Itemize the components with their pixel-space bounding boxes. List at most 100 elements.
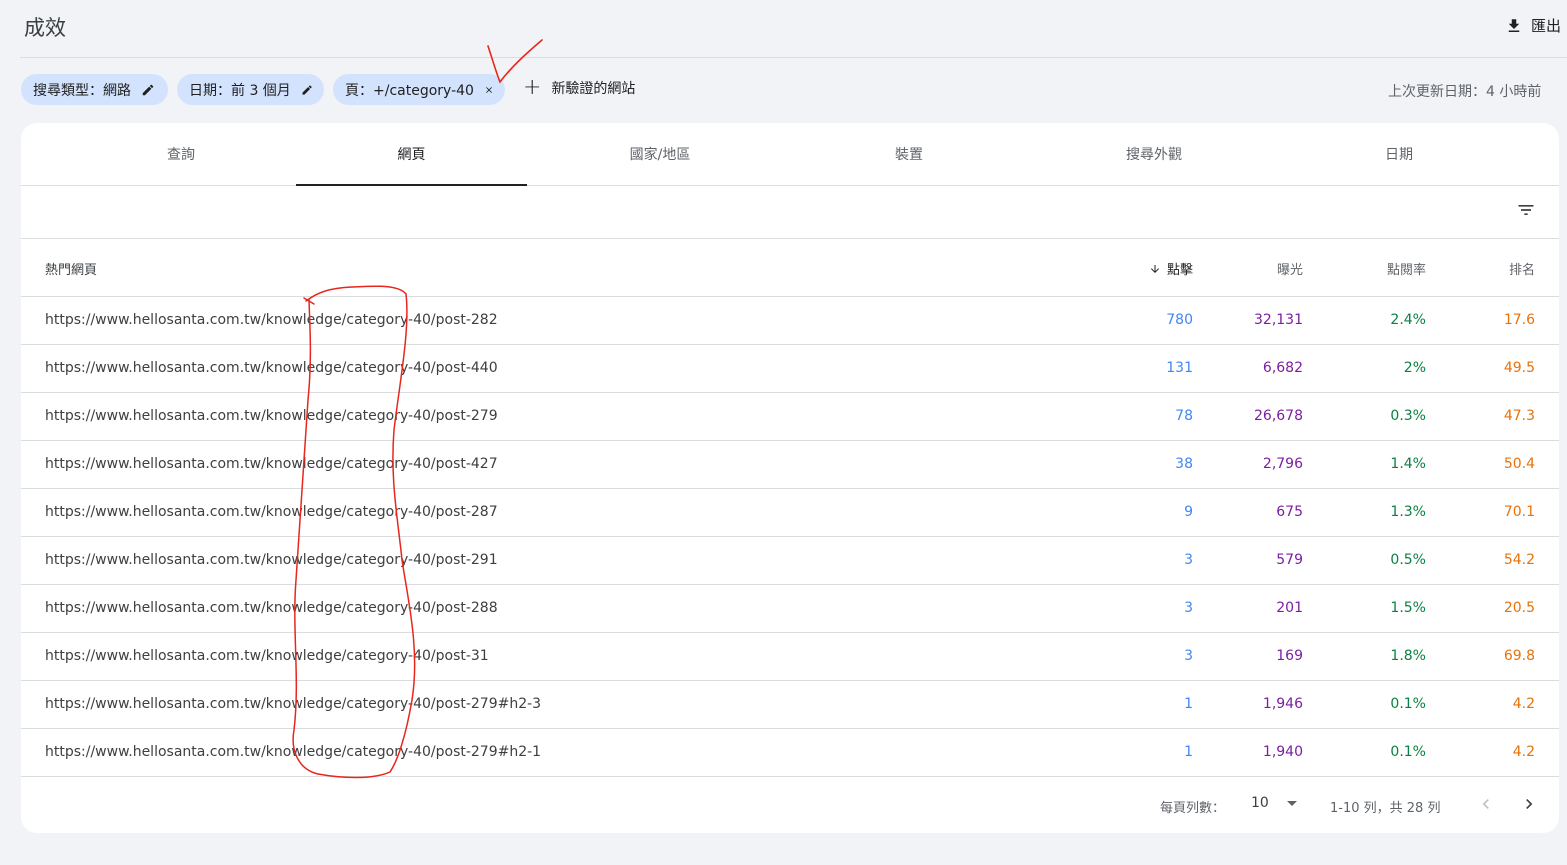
table-row[interactable]: https://www.hellosanta.com.tw/knowledge/… [21,681,1559,729]
ctr-cell: 1.5% [1390,600,1426,616]
clicks-cell: 3 [1184,648,1193,664]
performance-card: 查詢 網頁 國家/地區 裝置 搜尋外觀 日期 熱門網頁 點擊 曝光 點閱率 排名… [21,123,1559,833]
table-row[interactable]: https://www.hellosanta.com.tw/knowledge/… [21,585,1559,633]
page-url-cell: https://www.hellosanta.com.tw/knowledge/… [45,552,498,568]
tab-countries[interactable]: 國家/地區 [600,123,720,185]
tab-queries[interactable]: 查詢 [133,123,229,185]
last-updated: 上次更新日期：4 小時前 [1388,84,1542,100]
impressions-cell: 201 [1276,600,1303,616]
ctr-cell: 0.1% [1390,696,1426,712]
page-title: 成效 [24,16,66,40]
ctr-cell: 1.3% [1390,504,1426,520]
clicks-cell: 131 [1166,360,1193,376]
page-url-cell: https://www.hellosanta.com.tw/knowledge/… [45,600,498,616]
impressions-cell: 169 [1276,648,1303,664]
ctr-cell: 0.1% [1390,744,1426,760]
impressions-cell: 2,796 [1262,456,1303,472]
page-url-cell: https://www.hellosanta.com.tw/knowledge/… [45,456,498,472]
chevron-right-icon[interactable] [1519,794,1539,814]
rows-per-page-select[interactable]: 10 [1251,795,1297,811]
clicks-cell: 38 [1175,456,1193,472]
table-row[interactable]: https://www.hellosanta.com.tw/knowledge/… [21,489,1559,537]
header-top-pages: 熱門網頁 [45,263,98,278]
impressions-cell: 6,682 [1262,360,1303,376]
page-url-cell: https://www.hellosanta.com.tw/knowledge/… [45,744,542,760]
clicks-cell: 78 [1175,408,1193,424]
position-cell: 49.5 [1503,360,1535,376]
chip-label: 搜尋類型：網路 [33,82,131,99]
close-icon[interactable] [484,83,494,97]
header-clicks[interactable]: 點擊 [1149,259,1193,278]
table-row[interactable]: https://www.hellosanta.com.tw/knowledge/… [21,633,1559,681]
rows-per-page-value: 10 [1251,795,1269,811]
position-cell: 47.3 [1503,408,1535,424]
tab-search-appearance[interactable]: 搜尋外觀 [1104,123,1204,185]
export-button[interactable]: 匯出 [1505,15,1561,36]
tab-label: 日期 [1385,147,1413,163]
table-row[interactable]: https://www.hellosanta.com.tw/knowledge/… [21,729,1559,777]
ctr-cell: 1.8% [1390,648,1426,664]
clicks-cell: 1 [1184,696,1193,712]
rows-per-page-label: 每頁列數： [1160,801,1226,816]
clicks-cell: 1 [1184,744,1193,760]
filter-chip-page[interactable]: 頁：+/category-40 [333,74,505,105]
table-header: 熱門網頁 點擊 曝光 點閱率 排名 [21,239,1559,297]
add-filter-label: 新驗證的網站 [551,81,636,97]
chip-label: 頁：+/category-40 [345,82,474,99]
page-url-cell: https://www.hellosanta.com.tw/knowledge/… [45,504,498,520]
page-url-cell: https://www.hellosanta.com.tw/knowledge/… [45,408,498,424]
impressions-cell: 579 [1276,552,1303,568]
tab-label: 搜尋外觀 [1126,147,1182,163]
export-label: 匯出 [1531,17,1562,35]
position-cell: 4.2 [1512,744,1535,760]
ctr-cell: 2.4% [1390,312,1426,328]
table-row[interactable]: https://www.hellosanta.com.tw/knowledge/… [21,297,1559,345]
header-ctr[interactable]: 點閱率 [1387,259,1426,278]
position-cell: 17.6 [1503,312,1535,328]
table-toolbar [21,186,1559,239]
pagination-range: 1-10 列，共 28 列 [1330,801,1441,816]
clicks-cell: 3 [1184,552,1193,568]
header-divider [20,57,1567,58]
table-row[interactable]: https://www.hellosanta.com.tw/knowledge/… [21,441,1559,489]
dimension-tabs: 查詢 網頁 國家/地區 裝置 搜尋外觀 日期 [21,123,1559,186]
clicks-cell: 3 [1184,600,1193,616]
impressions-cell: 32,131 [1254,312,1303,328]
chip-label: 日期：前 3 個月 [189,82,291,99]
impressions-cell: 1,940 [1262,744,1303,760]
caret-down-icon [1286,800,1297,806]
pencil-icon[interactable] [301,83,313,97]
plus-icon: + [523,75,542,100]
header-impressions[interactable]: 曝光 [1277,259,1303,278]
filter-chip-date[interactable]: 日期：前 3 個月 [177,74,324,105]
tab-label: 國家/地區 [629,147,691,163]
page-url-cell: https://www.hellosanta.com.tw/knowledge/… [45,696,542,712]
position-cell: 54.2 [1503,552,1535,568]
arrow-down-icon [1150,264,1159,273]
filter-chip-search-type[interactable]: 搜尋類型：網路 [21,74,168,105]
add-filter-button[interactable]: + 新驗證的網站 [523,75,636,100]
pagination: 每頁列數： 10 1-10 列，共 28 列 [21,778,1559,833]
position-cell: 69.8 [1503,648,1535,664]
table-row[interactable]: https://www.hellosanta.com.tw/knowledge/… [21,393,1559,441]
table-row[interactable]: https://www.hellosanta.com.tw/knowledge/… [21,345,1559,393]
page-url-cell: https://www.hellosanta.com.tw/knowledge/… [45,648,489,664]
ctr-cell: 0.3% [1390,408,1426,424]
chevron-left-icon[interactable] [1476,794,1496,814]
header-position[interactable]: 排名 [1509,259,1535,278]
filter-list-icon[interactable] [1516,200,1536,220]
impressions-cell: 1,946 [1262,696,1303,712]
tab-devices[interactable]: 裝置 [861,123,957,185]
ctr-cell: 2% [1403,360,1426,376]
tab-dates[interactable]: 日期 [1351,123,1447,185]
pencil-icon[interactable] [141,83,155,97]
position-cell: 20.5 [1503,600,1535,616]
download-icon [1508,18,1520,32]
tab-label: 網頁 [397,147,426,163]
header-clicks-label: 點擊 [1166,263,1193,278]
position-cell: 4.2 [1512,696,1535,712]
page-url-cell: https://www.hellosanta.com.tw/knowledge/… [45,360,498,376]
tab-pages[interactable]: 網頁 [296,123,527,186]
clicks-cell: 780 [1166,312,1193,328]
table-row[interactable]: https://www.hellosanta.com.tw/knowledge/… [21,537,1559,585]
